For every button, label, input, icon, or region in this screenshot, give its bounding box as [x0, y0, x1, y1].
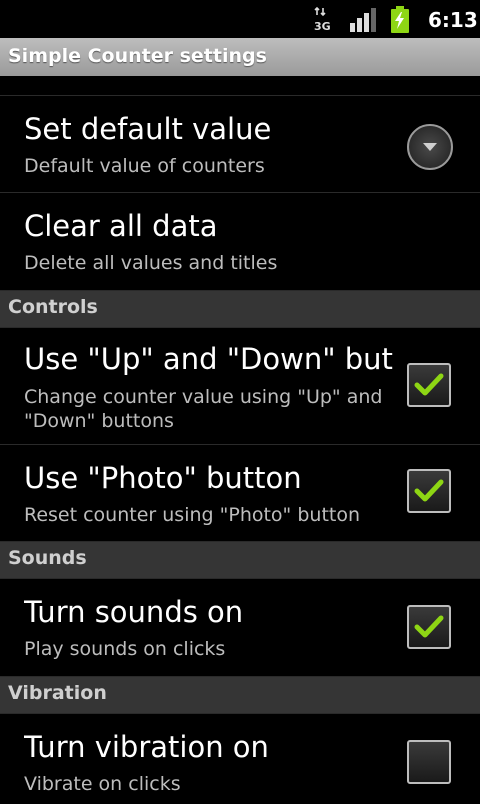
list-divider: [0, 76, 480, 96]
pref-use-photo-button[interactable]: Use "Photo" button Reset counter using "…: [0, 445, 480, 542]
dropdown-arrow-icon[interactable]: [407, 124, 453, 170]
category-title: Sounds: [8, 547, 87, 569]
checkmark-icon: [414, 479, 444, 502]
pref-summary: Change counter value using "Up" and "Dow…: [24, 386, 383, 432]
battery-charging-icon: [390, 6, 410, 33]
pref-title: Turn sounds on: [24, 595, 244, 629]
checkbox-sounds[interactable]: [407, 605, 451, 649]
pref-turn-sounds-on[interactable]: Turn sounds on Play sounds on clicks: [0, 579, 480, 677]
pref-title: Set default value: [24, 112, 272, 146]
checkbox-up-down[interactable]: [407, 363, 451, 407]
network-label: 3G: [314, 20, 331, 32]
pref-set-default-value[interactable]: Set default value Default value of count…: [0, 96, 480, 193]
pref-summary: Delete all values and titles: [24, 252, 278, 274]
pref-title: Use "Photo" button: [24, 461, 302, 495]
checkmark-icon: [414, 373, 444, 396]
category-title: Controls: [8, 296, 98, 318]
category-controls: Controls: [0, 291, 480, 328]
preference-list[interactable]: Set default value Default value of count…: [0, 76, 480, 804]
pref-summary: Default value of counters: [24, 155, 265, 177]
pref-summary: Vibrate on clicks: [24, 773, 181, 795]
pref-title: Use "Up" and "Down" but: [24, 342, 393, 376]
category-title: Vibration: [8, 682, 107, 704]
checkbox-photo[interactable]: [407, 469, 451, 513]
pref-summary: Play sounds on clicks: [24, 638, 226, 660]
pref-turn-vibration-on[interactable]: Turn vibration on Vibrate on clicks: [0, 714, 480, 804]
checkbox-vibration[interactable]: [407, 740, 451, 784]
category-vibration: Vibration: [0, 677, 480, 714]
title-bar: Simple Counter settings: [0, 38, 480, 76]
signal-strength-icon: [349, 8, 377, 32]
category-sounds: Sounds: [0, 542, 480, 579]
network-3g-icon: 3G: [313, 6, 335, 33]
clock: 6:13: [428, 8, 478, 32]
checkmark-icon: [414, 615, 444, 638]
status-bar: 3G 6:13: [0, 0, 480, 38]
pref-use-up-down-buttons[interactable]: Use "Up" and "Down" but Change counter v…: [0, 328, 480, 445]
pref-title: Clear all data: [24, 209, 218, 243]
page-title: Simple Counter settings: [8, 45, 267, 67]
pref-summary: Reset counter using "Photo" button: [24, 504, 361, 526]
pref-clear-all-data[interactable]: Clear all data Delete all values and tit…: [0, 193, 480, 291]
pref-title: Turn vibration on: [24, 730, 269, 764]
